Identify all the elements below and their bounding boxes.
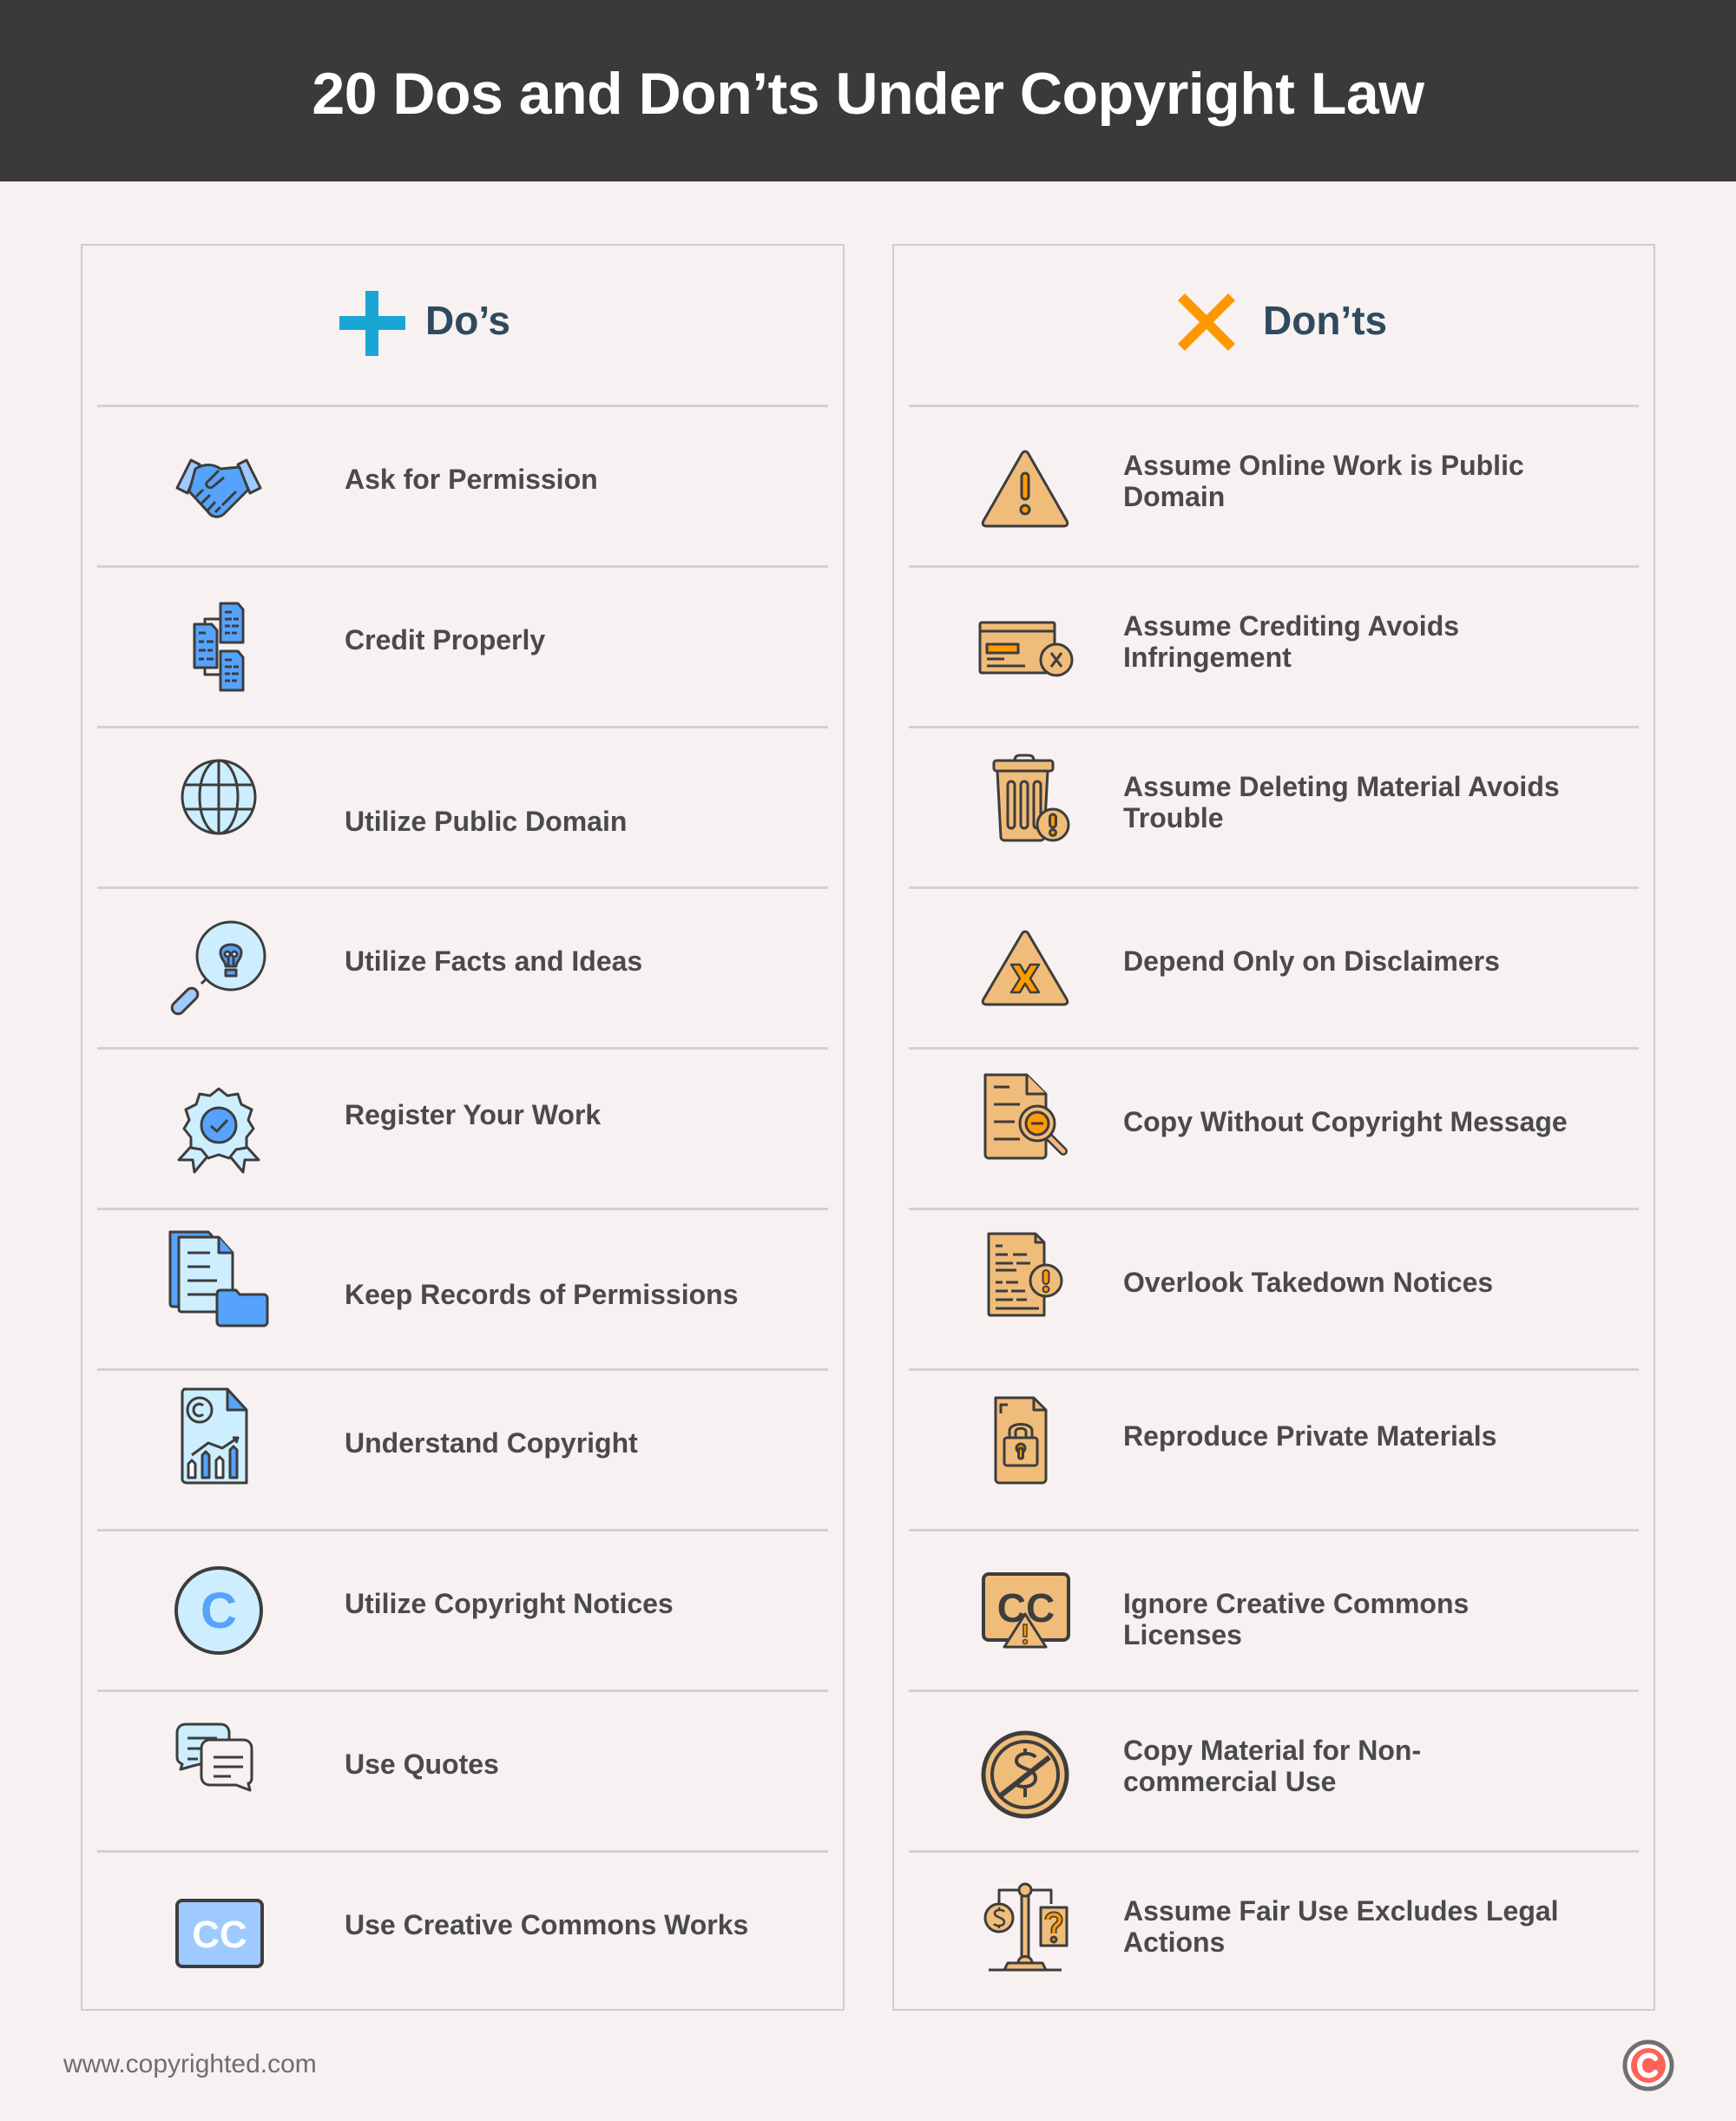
warning-triangle-icon: [973, 434, 1077, 538]
donts-panel: Don’ts Assume Online Work is Public Doma…: [892, 244, 1655, 2011]
award-badge-icon: [167, 1077, 271, 1181]
list-item: Copy Material for Non-commercial Use: [894, 1691, 1654, 1852]
plus-icon: [339, 291, 405, 360]
scale-dollar-question-icon: [973, 1873, 1077, 1977]
item-label: Keep Records of Permissions: [345, 1279, 739, 1310]
list-item: Utilize Facts and Ideas: [82, 888, 843, 1049]
item-label: Ask for Permission: [345, 464, 598, 495]
item-label: Understand Copyright: [345, 1427, 638, 1459]
item-label: Utilize Facts and Ideas: [345, 945, 643, 977]
list-item: Register Your Work: [82, 1049, 843, 1209]
dos-heading-label: Do’s: [425, 298, 510, 343]
copyrighted-logo-icon: [1622, 2039, 1674, 2091]
document-alert-icon: [973, 1228, 1077, 1333]
footer-url[interactable]: www.copyrighted.com: [63, 2050, 317, 2079]
list-item: Assume Online Work is Public Domain: [894, 406, 1654, 567]
list-item: Reproduce Private Materials: [894, 1370, 1654, 1531]
dos-panel: Do’s Ask for Permission Credit Properly …: [81, 244, 845, 2011]
credit-card-x-icon: [973, 595, 1077, 699]
item-label: Copy Material for Non-commercial Use: [1123, 1735, 1422, 1797]
item-label: Use Creative Commons Works: [345, 1909, 749, 1940]
list-item: Depend Only on Disclaimers: [894, 888, 1654, 1049]
list-item: Assume Fair Use Excludes Legal Actions: [894, 1852, 1654, 2012]
dos-heading: Do’s: [82, 246, 843, 406]
item-label: Copy Without Copyright Message: [1123, 1106, 1568, 1137]
cc-badge-icon: CC: [167, 1880, 271, 1984]
list-item: CC Ignore Creative Commons Licenses: [894, 1531, 1654, 1691]
linked-documents-icon: [167, 595, 271, 699]
list-item: C Utilize Copyright Notices: [82, 1531, 843, 1691]
speech-bubbles-icon: [167, 1714, 271, 1818]
item-label: Assume Fair Use Excludes Legal Actions: [1123, 1895, 1559, 1958]
item-label: Register Your Work: [345, 1099, 602, 1130]
item-label: Utilize Public Domain: [345, 806, 628, 837]
svg-text:C: C: [201, 1583, 237, 1639]
item-label: Reproduce Private Materials: [1123, 1420, 1497, 1452]
locked-document-icon: [973, 1391, 1077, 1495]
list-item: Copy Without Copyright Message: [894, 1049, 1654, 1209]
list-item: CC Use Creative Commons Works: [82, 1852, 843, 2012]
copyright-report-icon: [167, 1386, 271, 1490]
copyright-circle-icon: C: [167, 1558, 271, 1663]
item-label: Assume Deleting Material Avoids Trouble: [1123, 771, 1560, 833]
donts-heading: Don’ts: [894, 246, 1654, 406]
list-item: Overlook Takedown Notices: [894, 1209, 1654, 1370]
list-item: Use Quotes: [82, 1691, 843, 1852]
item-label: Assume Online Work is Public Domain: [1123, 450, 1524, 512]
handshake-icon: [167, 434, 271, 538]
triangle-x-icon: [973, 916, 1077, 1020]
item-label: Credit Properly: [345, 624, 546, 655]
no-dollar-icon: [973, 1722, 1077, 1827]
globe-icon: [167, 745, 271, 849]
document-folder-icon: [167, 1227, 271, 1331]
list-item: Credit Properly: [82, 567, 843, 728]
list-item: Ask for Permission: [82, 406, 843, 567]
page-title: 20 Dos and Don’ts Under Copyright Law: [312, 61, 1424, 127]
item-label: Assume Crediting Avoids Infringement: [1123, 610, 1460, 673]
donts-heading-label: Don’ts: [1263, 298, 1388, 343]
item-label: Utilize Copyright Notices: [345, 1588, 674, 1619]
document-search-icon: [973, 1071, 1077, 1176]
list-item: Understand Copyright: [82, 1370, 843, 1531]
trash-warning-icon: [973, 747, 1077, 851]
list-item: Utilize Public Domain: [82, 728, 843, 888]
x-icon: [1178, 293, 1235, 355]
item-label: Overlook Takedown Notices: [1123, 1267, 1494, 1298]
item-label: Depend Only on Disclaimers: [1123, 945, 1500, 977]
header-bar: 20 Dos and Don’ts Under Copyright Law: [0, 0, 1736, 181]
svg-text:CC: CC: [192, 1914, 247, 1956]
list-item: Assume Crediting Avoids Infringement: [894, 567, 1654, 728]
cc-warning-icon: CC: [973, 1557, 1077, 1661]
item-label: Use Quotes: [345, 1749, 499, 1780]
list-item: Assume Deleting Material Avoids Trouble: [894, 728, 1654, 888]
lightbulb-magnifier-icon: [167, 916, 271, 1020]
item-label: Ignore Creative Commons Licenses: [1123, 1588, 1470, 1650]
list-item: Keep Records of Permissions: [82, 1209, 843, 1370]
